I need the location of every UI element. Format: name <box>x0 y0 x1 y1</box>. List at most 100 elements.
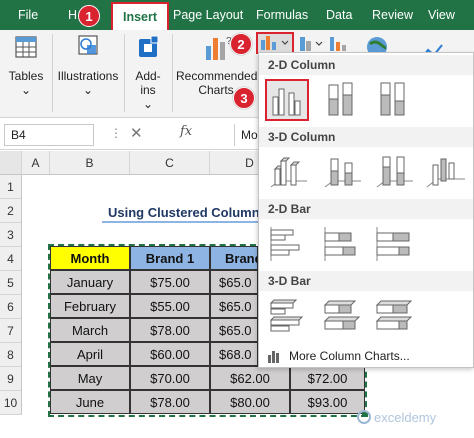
clustered-bar-icon <box>270 227 300 261</box>
add-ins-button[interactable]: Add- ins ⌄ <box>128 32 168 111</box>
chevron-down-icon: ⌄ <box>142 97 154 111</box>
row-header[interactable]: 9 <box>0 367 22 391</box>
header-brand-1[interactable]: Brand 1 <box>130 246 210 270</box>
row-header[interactable]: 2 <box>0 199 22 223</box>
clustered-column-icon <box>272 88 301 116</box>
column-chart-dropdown: 2-D Column 3 3-D Column 2-D Bar 3-D Bar … <box>233 52 474 368</box>
3d-stacked-column-option[interactable] <box>319 151 363 193</box>
dropdown-dots: ⋮ <box>110 126 122 140</box>
tab-review[interactable]: Review <box>372 0 413 30</box>
chevron-down-icon: ⌄ <box>82 83 94 97</box>
stacked-column-option[interactable] <box>319 79 363 121</box>
tab-view[interactable]: View <box>428 0 455 30</box>
row-header[interactable]: 6 <box>0 295 22 319</box>
tab-insert[interactable]: Insert <box>111 2 170 30</box>
ribbon-separator <box>172 34 173 112</box>
svg-text:exceldemy: exceldemy <box>374 410 437 425</box>
tab-file[interactable]: File <box>18 0 38 30</box>
stacked-column-icon <box>328 82 353 116</box>
month-cell[interactable]: April <box>50 342 130 366</box>
brand-1-cell[interactable]: $75.00 <box>130 270 210 294</box>
column-chart-icon <box>261 36 289 50</box>
month-cell[interactable]: February <box>50 294 130 318</box>
3d-100-stacked-column-option[interactable] <box>371 151 415 193</box>
table-icon <box>15 36 37 58</box>
more-column-charts-label: More Column Charts... <box>289 349 410 363</box>
row-header[interactable]: 8 <box>0 343 22 367</box>
row-header[interactable]: 10 <box>0 391 22 415</box>
hierarchy-chart-icon[interactable] <box>298 34 328 54</box>
insert-column-chart-button[interactable] <box>256 32 294 54</box>
brand-2-cell[interactable]: $65.0 <box>210 294 258 318</box>
ribbon-separator <box>124 34 125 112</box>
row-header[interactable]: 3 <box>0 223 22 247</box>
month-cell[interactable]: June <box>50 390 130 414</box>
tab-home[interactable]: H <box>68 0 77 30</box>
3d-column-icon <box>426 158 465 188</box>
tables-button[interactable]: Tables ⌄ <box>4 32 48 97</box>
tab-data[interactable]: Data <box>326 0 352 30</box>
month-cell[interactable]: March <box>50 318 130 342</box>
column-chart-small-icon <box>268 351 279 363</box>
more-column-charts-link[interactable]: More Column Charts... <box>259 345 473 367</box>
clustered-column-option[interactable] <box>265 79 309 121</box>
brand-3-cell[interactable]: $93.00 <box>290 390 365 414</box>
brand-2-cell[interactable]: $65.0 <box>210 270 258 294</box>
waterfall-chart-icon[interactable] <box>328 34 358 54</box>
watermark-logo: exceldemy <box>356 407 456 427</box>
tab-formulas[interactable]: Formulas <box>256 0 308 30</box>
sheet-title: Using Clustered Column <box>108 205 260 220</box>
step-badge-3: 3 <box>233 87 255 109</box>
row-header[interactable]: 5 <box>0 271 22 295</box>
100-stacked-column-option[interactable] <box>371 79 415 121</box>
cancel-icon[interactable]: ✕ <box>130 124 143 142</box>
brand-2-cell[interactable]: $80.00 <box>210 390 290 414</box>
row-header[interactable]: 1 <box>0 175 22 199</box>
row-header[interactable]: 4 <box>0 247 22 271</box>
column-header[interactable]: B <box>50 151 130 175</box>
month-cell[interactable]: January <box>50 270 130 294</box>
100-stacked-bar-option[interactable] <box>371 223 415 265</box>
header-month[interactable]: Month <box>50 246 130 270</box>
3d-stacked-bar-option[interactable] <box>319 295 363 337</box>
brand-2-cell[interactable]: $62.00 <box>210 366 290 390</box>
header-brand-2[interactable]: Brand <box>210 246 258 270</box>
brand-1-cell[interactable]: $70.00 <box>130 366 210 390</box>
add-ins-label-2: ins <box>140 83 156 97</box>
3d-clustered-column-icon <box>270 157 307 188</box>
stacked-bar-option[interactable] <box>319 223 363 265</box>
3d-clustered-column-option[interactable] <box>265 151 309 193</box>
month-cell[interactable]: May <box>50 366 130 390</box>
add-ins-label: Add- <box>135 69 161 83</box>
insert-function-icon[interactable]: fx <box>180 124 192 139</box>
brand-2-cell[interactable]: $68.0 <box>210 342 258 366</box>
brand-1-cell[interactable]: $78.00 <box>130 390 210 414</box>
brand-1-cell[interactable]: $60.00 <box>130 342 210 366</box>
brand-1-cell[interactable]: $78.00 <box>130 318 210 342</box>
step-badge-2: 2 <box>230 33 252 55</box>
section-3d-bar: 3-D Bar <box>259 271 473 291</box>
3d-100-stacked-column-icon <box>376 156 413 188</box>
3d-100-stacked-bar-option[interactable] <box>371 295 415 337</box>
stacked-bar-icon <box>324 227 356 261</box>
100-stacked-bar-icon <box>376 227 410 261</box>
brand-2-cell[interactable]: $65.0 <box>210 318 258 342</box>
clustered-bar-option[interactable] <box>265 223 309 265</box>
row-header[interactable]: 7 <box>0 319 22 343</box>
illustrations-button[interactable]: Illustrations ⌄ <box>56 32 120 97</box>
select-all-corner[interactable] <box>0 151 22 175</box>
section-2d-column: 2-D Column <box>259 55 473 75</box>
column-header[interactable]: A <box>22 151 50 175</box>
column-header[interactable]: C <box>130 151 210 175</box>
recommended-charts-label: Recommended <box>176 69 258 83</box>
tables-label: Tables <box>8 69 44 83</box>
step-badge-1: 1 <box>78 5 100 27</box>
3d-column-option[interactable] <box>423 151 467 193</box>
name-box[interactable]: B4 <box>4 124 94 146</box>
brand-3-cell[interactable]: $72.00 <box>290 366 365 390</box>
section-2d-bar: 2-D Bar <box>259 199 473 219</box>
tab-page-layout[interactable]: Page Layout <box>173 0 243 30</box>
3d-100-stacked-bar-icon <box>375 300 413 330</box>
brand-1-cell[interactable]: $55.00 <box>130 294 210 318</box>
3d-clustered-bar-option[interactable] <box>265 295 309 337</box>
